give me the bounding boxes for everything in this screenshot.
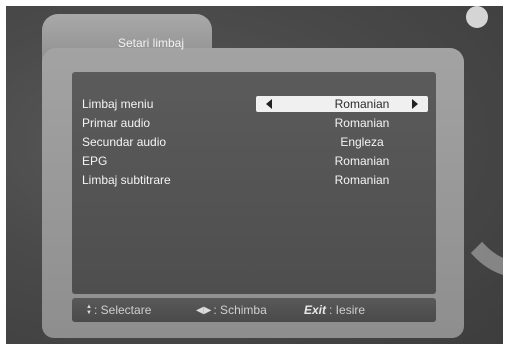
footer-hints: ▲▼ : Selectare ◀▶ : Schimba Exit : Iesir… (72, 298, 436, 322)
menu-item-epg[interactable]: EPG Romanian (82, 153, 432, 171)
menu-item-label: Primar audio (82, 116, 151, 130)
up-down-arrows-icon: ▲▼ (86, 304, 92, 316)
hint-exit-label: : Iesire (329, 303, 366, 317)
menu-item-label: Limbaj subtitrare (82, 173, 171, 187)
hint-change-label: : Schimba (213, 303, 267, 317)
hint-select: ▲▼ : Selectare (86, 303, 151, 317)
menu-item-value[interactable]: Romanian (308, 116, 416, 130)
menu-item-value[interactable]: Romanian (308, 97, 416, 111)
menu-item-secundar-audio[interactable]: Secundar audio Engleza (82, 134, 432, 152)
hint-change: ◀▶ : Schimba (196, 303, 267, 317)
background-dot (466, 6, 488, 28)
menu-item-primar-audio[interactable]: Primar audio Romanian (82, 115, 432, 133)
page-title: Setari limbaj (118, 36, 185, 50)
menu-item-limbaj-meniu[interactable]: Limbaj meniu Romanian (82, 96, 432, 114)
menu-item-limbaj-subtitrare[interactable]: Limbaj subtitrare Romanian (82, 172, 432, 190)
menu-item-label: Secundar audio (82, 135, 167, 149)
hint-select-label: : Selectare (94, 303, 152, 317)
arrow-right-icon[interactable] (412, 99, 418, 109)
hint-exit: Exit : Iesire (304, 303, 365, 317)
left-right-arrows-icon: ◀▶ (196, 304, 212, 316)
menu-item-value[interactable]: Engleza (308, 135, 416, 149)
menu-item-label: Limbaj meniu (82, 97, 154, 111)
arrow-left-icon[interactable] (266, 99, 272, 109)
menu-item-label: EPG (82, 154, 108, 168)
exit-key-icon: Exit (304, 303, 327, 317)
menu-item-value[interactable]: Romanian (308, 173, 416, 187)
menu-item-value[interactable]: Romanian (308, 154, 416, 168)
